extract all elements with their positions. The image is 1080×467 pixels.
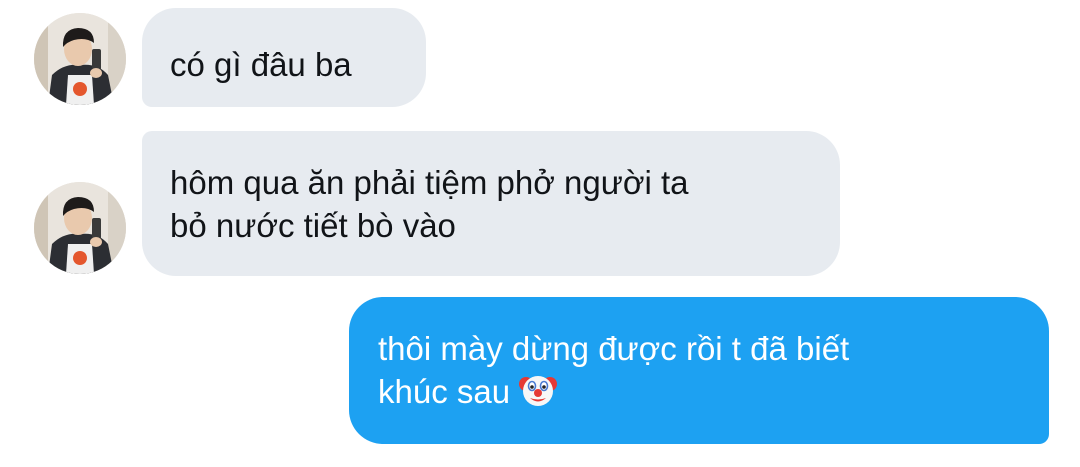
- incoming-message-bubble[interactable]: có gì đâu ba: [142, 8, 426, 107]
- clown-face-icon: [518, 370, 558, 410]
- user-photo-icon: [34, 13, 126, 105]
- user-avatar[interactable]: [34, 182, 126, 274]
- message-text: hôm qua ăn phải tiệm phở người ta bỏ nướ…: [170, 164, 689, 244]
- outgoing-message-bubble[interactable]: thôi mày dừng được rồi t đã biết khúc sa…: [349, 297, 1049, 444]
- chat-thread: có gì đâu ba hôm qua ăn phải tiệm phở ng…: [0, 0, 1080, 467]
- message-text: thôi mày dừng được rồi t đã biết khúc sa…: [378, 330, 850, 410]
- user-avatar[interactable]: [34, 13, 126, 105]
- incoming-message-bubble[interactable]: hôm qua ăn phải tiệm phở người ta bỏ nướ…: [142, 131, 840, 276]
- user-photo-icon: [34, 182, 126, 274]
- message-text: có gì đâu ba: [170, 46, 352, 83]
